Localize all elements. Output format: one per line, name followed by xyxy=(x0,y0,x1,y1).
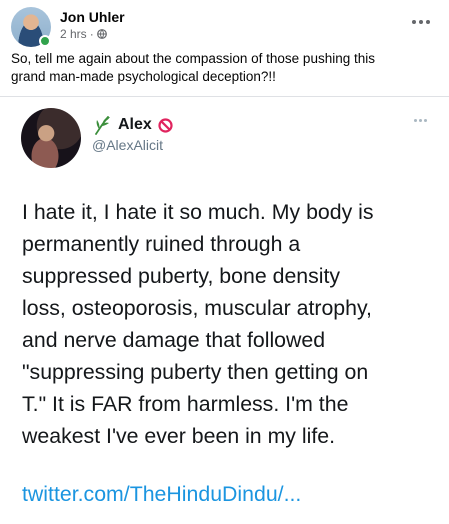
author-avatar[interactable] xyxy=(11,7,51,47)
tweet-body-line: and nerve damage that followed xyxy=(22,328,326,352)
more-dot xyxy=(413,118,417,122)
more-dot xyxy=(423,118,427,122)
tweet-author-avatar xyxy=(21,108,81,168)
tweet-more-options-icon xyxy=(409,115,431,125)
more-dot xyxy=(418,118,422,122)
tweet-link[interactable]: twitter.com/TheHinduDindu/... xyxy=(22,482,301,507)
more-options-button[interactable] xyxy=(407,14,435,30)
meta-separator: · xyxy=(89,27,94,41)
tweet-body-line: T." It is FAR from harmless. I'm the xyxy=(22,392,349,416)
tweet-author-handle: @AlexAlicit xyxy=(92,137,164,153)
tweet-body-line: loss, osteoporosis, muscular atrophy, xyxy=(22,296,372,320)
post-meta: 2 hrs · xyxy=(60,27,107,41)
ban-icon xyxy=(158,117,173,133)
author-name[interactable]: Jon Uhler xyxy=(60,9,125,25)
more-dot xyxy=(419,20,423,24)
tweet-body: I hate it, I hate it so much. My body is… xyxy=(22,196,442,452)
tweet-name-row: Alex xyxy=(92,114,173,136)
tweet-screenshot[interactable]: Alex @AlexAlicit I hate it, I hate it so… xyxy=(0,97,449,524)
tweet-body-line: permanently ruined through a xyxy=(22,232,301,256)
tweet-body-line: suppressed puberty, bone density xyxy=(22,264,341,288)
globe-icon xyxy=(96,29,107,39)
post-text-line: So, tell me again about the compassion o… xyxy=(11,51,375,66)
more-dot xyxy=(426,20,430,24)
post-time[interactable]: 2 hrs xyxy=(60,27,87,41)
tweet-body-line: weakest I've ever been in my life. xyxy=(22,424,336,448)
more-dot xyxy=(412,20,416,24)
tweet-body-line: "suppressing puberty then getting on xyxy=(22,360,369,384)
post-text-line: grand man-made psychological deception?!… xyxy=(11,69,276,84)
tweet-body-line: I hate it, I hate it so much. My body is xyxy=(22,200,374,224)
online-status-dot xyxy=(39,35,51,47)
leaf-icon xyxy=(95,116,110,135)
post-text: So, tell me again about the compassion o… xyxy=(11,50,431,86)
tweet-author-name: Alex xyxy=(118,116,152,133)
post-header: Jon Uhler 2 hrs · xyxy=(0,0,449,47)
